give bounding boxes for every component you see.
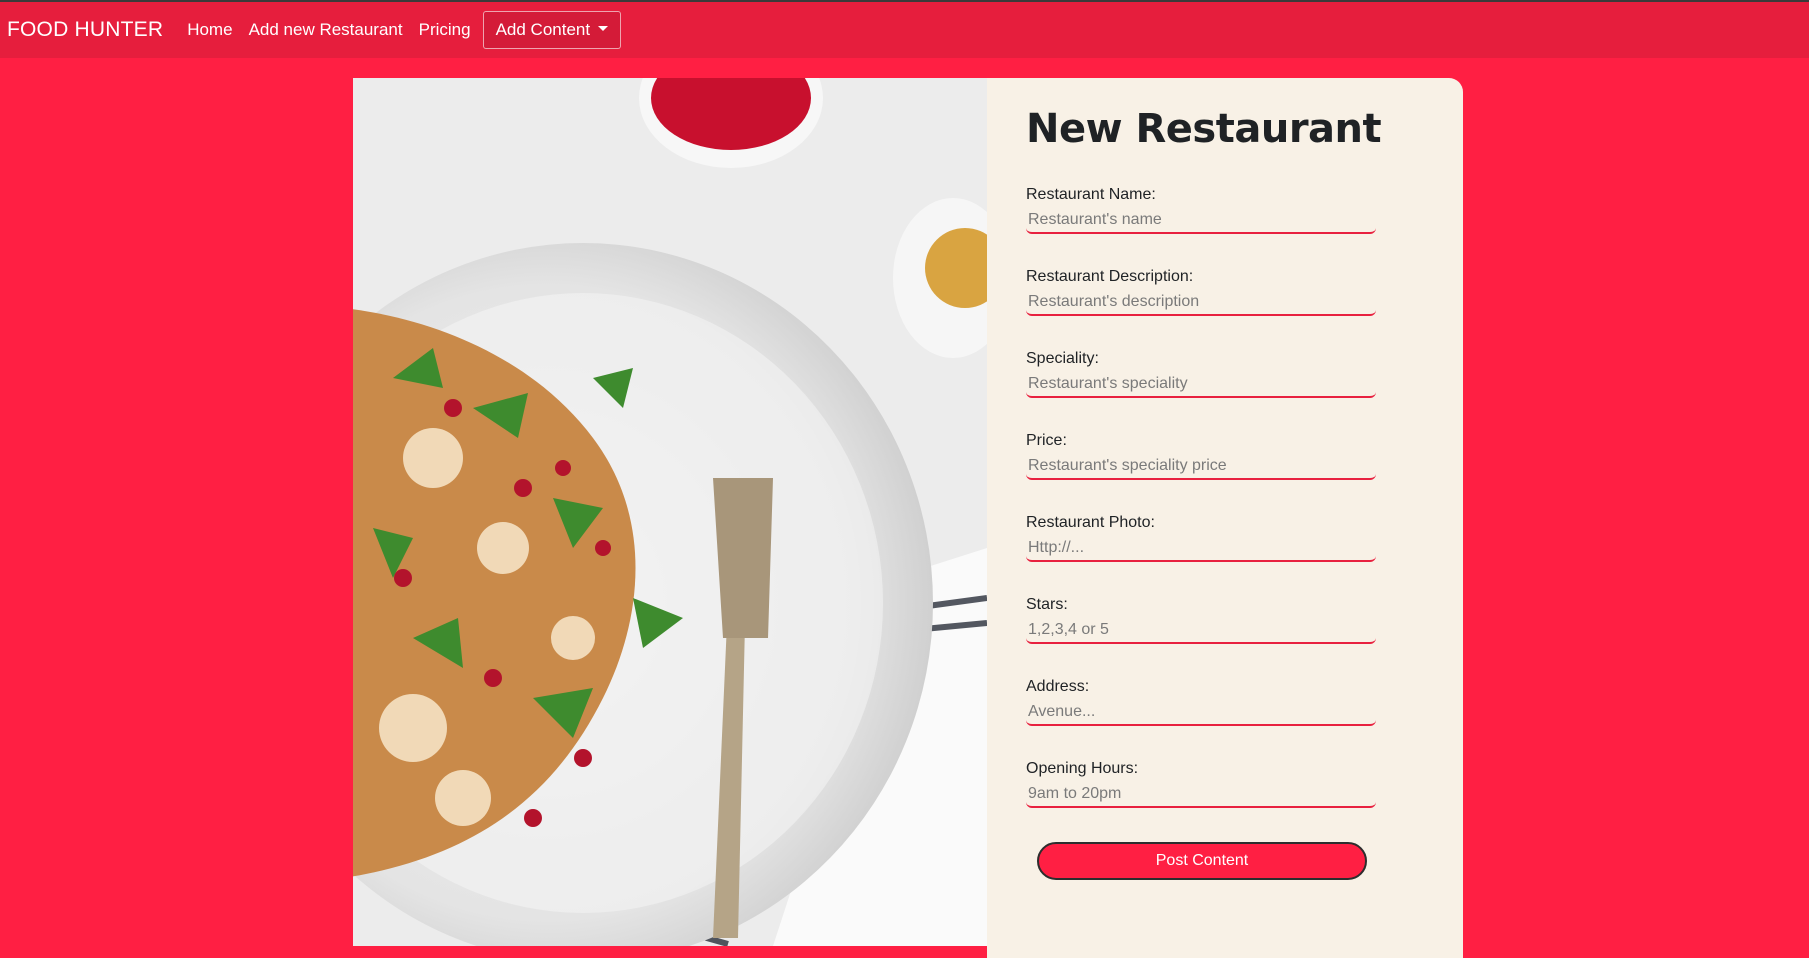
price-label: Price: — [1026, 432, 1067, 449]
stars-input[interactable] — [1026, 618, 1376, 644]
address-input[interactable] — [1026, 700, 1376, 726]
restaurant-name-label: Restaurant Name: — [1026, 186, 1156, 203]
form-title: New Restaurant — [1026, 106, 1382, 152]
stars-field: Stars: — [1026, 596, 1376, 644]
speciality-label: Speciality: — [1026, 350, 1099, 367]
navbar: FOOD HUNTER Home Add new Restaurant Pric… — [0, 2, 1809, 58]
post-content-button[interactable]: Post Content — [1037, 842, 1367, 880]
add-content-dropdown-label: Add Content — [495, 20, 591, 39]
new-restaurant-form-card: New Restaurant Restaurant Name: Restaura… — [987, 78, 1463, 958]
stars-label: Stars: — [1026, 596, 1068, 613]
nav-link-pricing[interactable]: Pricing — [419, 20, 471, 40]
food-photo — [353, 78, 987, 946]
nav-link-add-restaurant[interactable]: Add new Restaurant — [249, 20, 403, 40]
nav-link-home[interactable]: Home — [187, 20, 232, 40]
restaurant-photo-input[interactable] — [1026, 536, 1376, 562]
restaurant-name-field: Restaurant Name: — [1026, 186, 1376, 234]
restaurant-photo-label: Restaurant Photo: — [1026, 514, 1155, 531]
price-field: Price: — [1026, 432, 1376, 480]
restaurant-description-field: Restaurant Description: — [1026, 268, 1376, 316]
caret-down-icon — [598, 26, 609, 31]
address-field: Address: — [1026, 678, 1376, 726]
speciality-input[interactable] — [1026, 372, 1376, 398]
opening-hours-field: Opening Hours: — [1026, 760, 1376, 808]
address-label: Address: — [1026, 678, 1090, 695]
restaurant-description-input[interactable] — [1026, 290, 1376, 316]
opening-hours-label: Opening Hours: — [1026, 760, 1139, 777]
restaurant-photo-field: Restaurant Photo: — [1026, 514, 1376, 562]
opening-hours-input[interactable] — [1026, 782, 1376, 808]
add-content-dropdown[interactable]: Add Content — [482, 11, 622, 49]
price-input[interactable] — [1026, 454, 1376, 480]
restaurant-description-label: Restaurant Description: — [1026, 268, 1194, 285]
salad-illustration — [353, 78, 987, 946]
restaurant-name-input[interactable] — [1026, 208, 1376, 234]
brand-logo[interactable]: FOOD HUNTER — [7, 18, 163, 42]
speciality-field: Speciality: — [1026, 350, 1376, 398]
